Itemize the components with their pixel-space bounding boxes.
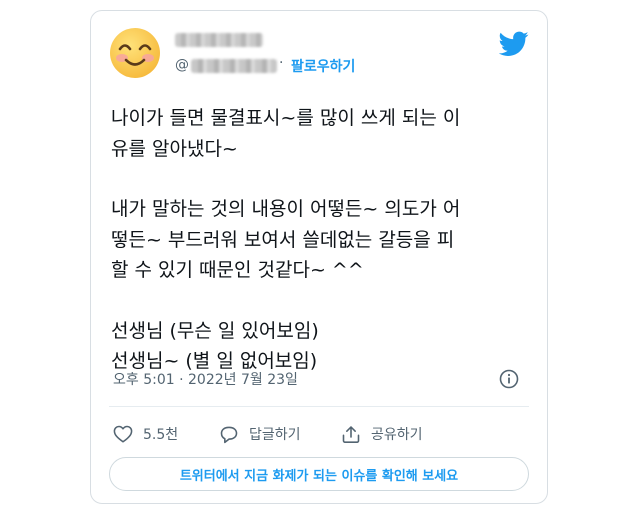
avatar[interactable] [109,27,161,79]
share-label: 공유하기 [371,427,423,443]
handle-redacted[interactable] [191,59,277,73]
handle-prefix: @ [175,57,189,73]
tweet-body: 나이가 들면 물결표시~를 많이 쓰게 되는 이 유를 알아냈다~ 내가 말하는… [111,103,531,377]
heart-icon [113,425,133,443]
tweet-line: 할 수 있기 때문인 것같다~ ^^ [111,259,364,281]
like-button[interactable]: 5.5천 [113,423,178,445]
info-icon[interactable] [499,369,519,389]
tweet-line: 떻든~ 부드러워 보여서 쓸데없는 갈등을 피 [111,228,455,251]
tweet-card: @ · 팔로우하기 나이가 들면 물결표시~를 많이 쓰게 되는 이 유를 알아… [90,10,548,504]
like-count: 5.5천 [143,427,179,443]
reply-label: 답글하기 [249,427,301,443]
share-arrow-icon [342,425,360,443]
tweet-timestamp[interactable]: 오후 5:01 · 2022년 7월 23일 [113,369,298,389]
share-button[interactable]: 공유하기 [341,423,423,445]
cta-label: 트위터에서 지금 화제가 되는 이슈를 확인해 보세요 [179,468,459,484]
tweet-line: 내가 말하는 것의 내용이 어떻든~ 의도가 어 [111,198,461,220]
explore-trending-button[interactable]: 트위터에서 지금 화제가 되는 이슈를 확인해 보세요 [109,457,529,491]
tweet-line: 유를 알아냈다~ [111,137,238,160]
twitter-bird-icon[interactable] [499,31,529,57]
follow-button[interactable]: 팔로우하기 [291,56,355,76]
tweet-line: 나이가 들면 물결표시~를 많이 쓰게 되는 이 [111,107,461,129]
display-name-redacted[interactable] [175,33,263,47]
tweet-line: 선생님 (무슨 일 있어보임) [111,319,319,342]
reply-button[interactable]: 답글하기 [219,423,301,445]
divider [109,406,529,407]
separator-dot: · [279,55,284,71]
reply-bubble-icon [220,426,238,443]
